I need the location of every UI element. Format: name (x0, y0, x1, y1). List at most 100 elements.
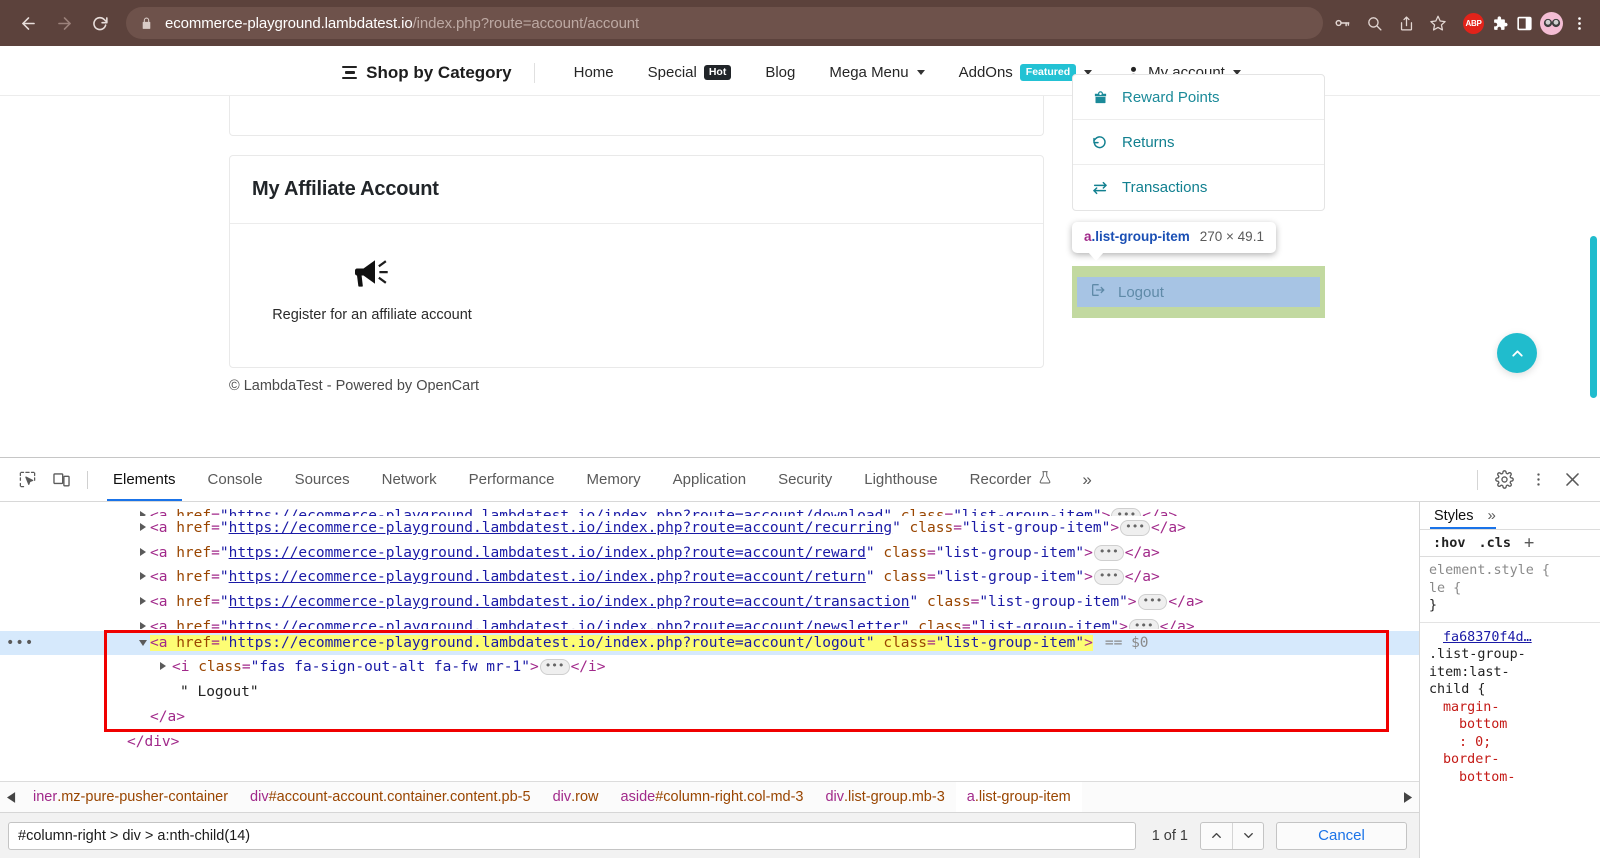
profile-avatar-icon[interactable] (1540, 12, 1563, 35)
sidebar-item-returns[interactable]: Returns (1073, 120, 1324, 165)
tab-network[interactable]: Network (366, 458, 453, 501)
styles-more-tabs-button[interactable]: » (1488, 507, 1496, 524)
tab-console[interactable]: Console (192, 458, 279, 501)
breadcrumb-scroll-right-icon[interactable] (1397, 792, 1419, 803)
tab-performance[interactable]: Performance (453, 458, 571, 501)
dom-href[interactable]: https://ecommerce-playground.lambdatest.… (229, 619, 901, 629)
inspect-element-icon[interactable] (10, 465, 44, 495)
devtools-body: <a href="https://ecommerce-playground.la… (0, 502, 1600, 858)
tab-lighthouse[interactable]: Lighthouse (848, 458, 953, 501)
collapsed-children-icon[interactable]: ••• (1111, 508, 1141, 516)
breadcrumb-item[interactable]: div.row (542, 782, 610, 812)
device-toolbar-icon[interactable] (44, 465, 78, 495)
dom-row-close-a[interactable]: </a> (0, 705, 1419, 730)
side-panel-icon[interactable] (1515, 14, 1534, 33)
tab-memory[interactable]: Memory (571, 458, 657, 501)
password-key-icon[interactable] (1327, 8, 1357, 38)
dom-row[interactable]: <a href="https://ecommerce-playground.la… (0, 516, 1419, 541)
dom-row[interactable]: <a href="https://ecommerce-playground.la… (0, 615, 1419, 629)
collapsed-children-icon[interactable]: ••• (1120, 520, 1150, 536)
search-cancel-button[interactable]: Cancel (1276, 822, 1407, 850)
share-icon[interactable] (1391, 8, 1421, 38)
collapsed-children-icon[interactable]: ••• (1094, 569, 1124, 585)
exchange-icon (1091, 180, 1109, 196)
hover-state-button[interactable]: :hov (1433, 535, 1466, 551)
dom-href[interactable]: https://ecommerce-playground.lambdatest.… (229, 508, 884, 516)
expand-triangle-icon[interactable] (140, 572, 146, 580)
style-prop-name[interactable]: border- (1429, 751, 1594, 769)
search-next-button[interactable] (1232, 823, 1263, 849)
devtools-kebab-icon[interactable] (1522, 465, 1554, 495)
stylesheet-source-link[interactable]: fa68370f4d… (1429, 629, 1532, 647)
sidebar-item-logout[interactable]: Logout (1077, 277, 1320, 307)
expand-triangle-icon[interactable] (140, 523, 146, 531)
dom-row-child-i[interactable]: <i class="fas fa-sign-out-alt fa-fw mr-1… (0, 655, 1419, 680)
nav-item-special[interactable]: SpecialHot (631, 64, 749, 81)
dom-row-close-div[interactable]: </div> (0, 730, 1419, 755)
dom-row[interactable]: <a href="https://ecommerce-playground.la… (0, 590, 1419, 615)
more-tabs-button[interactable]: » (1068, 470, 1105, 490)
breadcrumb-item[interactable]: div#account-account.container.content.pb… (239, 782, 542, 812)
collapsed-children-icon[interactable]: ••• (540, 659, 570, 675)
nav-item-home[interactable]: Home (557, 64, 631, 81)
dom-row[interactable]: <a href="https://ecommerce-playground.la… (0, 504, 1419, 516)
collapsed-children-icon[interactable]: ••• (1129, 619, 1159, 629)
abp-extension-icon[interactable]: ABP (1463, 13, 1484, 34)
close-icon[interactable] (1556, 465, 1588, 495)
tab-application[interactable]: Application (657, 458, 762, 501)
search-icon[interactable] (1359, 8, 1389, 38)
devtools-toolbar: Elements Console Sources Network Perform… (0, 458, 1600, 502)
dom-row[interactable]: <a href="https://ecommerce-playground.la… (0, 565, 1419, 590)
dom-href[interactable]: https://ecommerce-playground.lambdatest.… (229, 520, 892, 536)
tab-elements[interactable]: Elements (97, 458, 192, 501)
reload-button[interactable] (84, 7, 116, 39)
back-button[interactable] (12, 7, 44, 39)
dom-row-selected[interactable]: ••• <a href="https://ecommerce-playgroun… (0, 631, 1419, 656)
sidebar-item-transactions[interactable]: Transactions (1073, 165, 1324, 210)
row-overflow-menu-icon[interactable]: ••• (6, 631, 34, 656)
style-rule-list-group-item[interactable]: fa68370f4d… .list-group- item:last- chil… (1420, 622, 1600, 790)
add-rule-button[interactable]: + (1524, 533, 1534, 553)
breadcrumb-item-selected[interactable]: a.list-group-item (956, 782, 1082, 812)
puzzle-extensions-icon[interactable] (1490, 14, 1509, 33)
chrome-menu-kebab-icon[interactable] (1571, 15, 1588, 32)
tab-security[interactable]: Security (762, 458, 848, 501)
collapse-triangle-icon[interactable] (139, 640, 147, 650)
settings-gear-icon[interactable] (1488, 465, 1520, 495)
bookmark-star-icon[interactable] (1423, 8, 1453, 38)
dom-row[interactable]: <a href="https://ecommerce-playground.la… (0, 541, 1419, 566)
scroll-to-top-button[interactable] (1497, 333, 1537, 373)
expand-triangle-icon[interactable] (140, 622, 146, 629)
collapsed-children-icon[interactable]: ••• (1094, 545, 1124, 561)
nav-item-blog[interactable]: Blog (748, 64, 812, 81)
sidebar-item-reward-points[interactable]: Reward Points (1073, 75, 1324, 120)
tab-recorder[interactable]: Recorder (954, 458, 1069, 501)
nav-item-mega-menu[interactable]: Mega Menu (812, 64, 941, 81)
expand-triangle-icon[interactable] (140, 597, 146, 605)
forward-button[interactable] (48, 7, 80, 39)
style-prop-value[interactable]: : 0; (1429, 734, 1594, 752)
breadcrumb-scroll-left-icon[interactable] (0, 792, 22, 803)
collapsed-children-icon[interactable]: ••• (1138, 594, 1168, 610)
class-filter-button[interactable]: .cls (1479, 535, 1512, 551)
expand-triangle-icon[interactable] (140, 548, 146, 556)
page-scrollbar[interactable] (1590, 236, 1597, 398)
style-rule-element[interactable]: element.style { le { } (1420, 561, 1600, 618)
dom-row-text-node[interactable]: " Logout" (0, 680, 1419, 705)
dom-search-input[interactable]: #column-right > div > a:nth-child(14) (8, 822, 1136, 850)
breadcrumb-item[interactable]: div.list-group.mb-3 (814, 782, 955, 812)
dom-href[interactable]: https://ecommerce-playground.lambdatest.… (229, 545, 866, 561)
expand-triangle-icon[interactable] (160, 662, 166, 670)
address-bar[interactable]: ecommerce-playground.lambdatest.io/index… (126, 7, 1323, 39)
breadcrumb-item[interactable]: aside#column-right.col-md-3 (610, 782, 815, 812)
featured-badge: Featured (1020, 64, 1076, 82)
dom-href[interactable]: https://ecommerce-playground.lambdatest.… (229, 569, 866, 585)
tab-sources[interactable]: Sources (279, 458, 366, 501)
register-affiliate-link[interactable]: Register for an affiliate account (267, 258, 477, 323)
breadcrumb-item[interactable]: iner.mz-pure-pusher-container (22, 782, 239, 812)
tab-styles[interactable]: Styles (1434, 502, 1474, 529)
dom-href[interactable]: https://ecommerce-playground.lambdatest.… (229, 594, 910, 610)
shop-by-category-button[interactable]: Shop by Category (342, 63, 534, 83)
search-prev-button[interactable] (1201, 823, 1232, 849)
style-prop-name[interactable]: margin- (1429, 699, 1594, 717)
